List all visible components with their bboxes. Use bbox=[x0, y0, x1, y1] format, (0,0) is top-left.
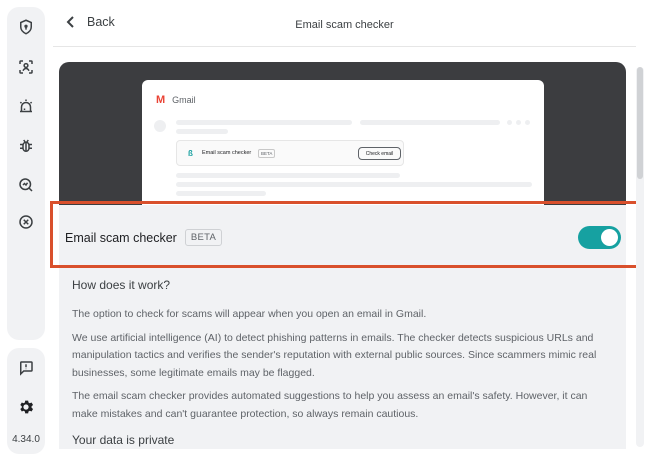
scrollbar[interactable] bbox=[636, 67, 644, 447]
skeleton-line bbox=[176, 173, 400, 178]
feature-toggle-row: Email scam checker BETA bbox=[59, 205, 626, 265]
skeleton-dot bbox=[516, 120, 521, 125]
skeleton-line bbox=[176, 182, 532, 187]
mini-card-label: Email scam checker bbox=[202, 150, 252, 156]
page-title: Email scam checker bbox=[295, 19, 394, 31]
feature-name: Email scam checker bbox=[65, 230, 177, 245]
toggle-knob bbox=[601, 229, 618, 246]
skeleton-dot bbox=[525, 120, 530, 125]
sidebar-nav bbox=[7, 7, 45, 340]
bug-icon[interactable] bbox=[14, 134, 38, 158]
gmail-label: Gmail bbox=[172, 95, 196, 105]
skeleton-line bbox=[176, 191, 266, 196]
settings-panel: M Gmail ß Email scam checker BETA Check … bbox=[59, 62, 626, 449]
app-version: 4.34.0 bbox=[12, 434, 40, 445]
magnifier-chart-icon[interactable] bbox=[14, 173, 38, 197]
faq-paragraph: The option to check for scams will appea… bbox=[72, 308, 427, 320]
scrollbar-thumb[interactable] bbox=[637, 67, 643, 179]
shield-icon[interactable] bbox=[14, 15, 38, 39]
gear-icon[interactable] bbox=[14, 395, 38, 419]
faq-paragraph: We use artificial intelligence (AI) to d… bbox=[72, 331, 597, 379]
block-icon[interactable] bbox=[14, 210, 38, 234]
email-scam-checker-toggle[interactable] bbox=[578, 226, 621, 249]
gmail-header: M Gmail bbox=[156, 94, 196, 106]
avatar-placeholder bbox=[154, 120, 166, 132]
skeleton-line bbox=[176, 129, 228, 134]
skeleton-dot bbox=[507, 120, 512, 125]
gmail-logo-icon: M bbox=[156, 94, 166, 106]
page-header: Back Email scam checker bbox=[53, 0, 636, 47]
feature-preview-image: M Gmail ß Email scam checker BETA Check … bbox=[59, 62, 626, 205]
feature-label: Email scam checker BETA bbox=[65, 229, 223, 246]
skeleton-line bbox=[360, 120, 500, 125]
shield-logo-icon: ß bbox=[188, 149, 193, 158]
skeleton-line bbox=[176, 120, 352, 125]
face-scan-icon[interactable] bbox=[14, 55, 38, 79]
mini-beta-badge: BETA bbox=[258, 149, 276, 158]
faq-heading: How does it work? bbox=[72, 278, 171, 292]
feedback-icon[interactable] bbox=[14, 356, 38, 380]
gmail-mockup: M Gmail ß Email scam checker BETA Check … bbox=[142, 80, 544, 205]
mini-scam-checker-card: ß Email scam checker BETA Check email bbox=[176, 140, 404, 166]
privacy-heading: Your data is private bbox=[72, 433, 175, 447]
sidebar-footer: 4.34.0 bbox=[7, 348, 45, 454]
beta-badge: BETA bbox=[184, 229, 223, 246]
mini-check-email-button: Check email bbox=[358, 147, 401, 160]
alarm-icon[interactable] bbox=[14, 95, 38, 119]
faq-paragraph: The email scam checker provides automate… bbox=[72, 390, 588, 420]
faq-section: How does it work? The option to check fo… bbox=[72, 278, 612, 449]
